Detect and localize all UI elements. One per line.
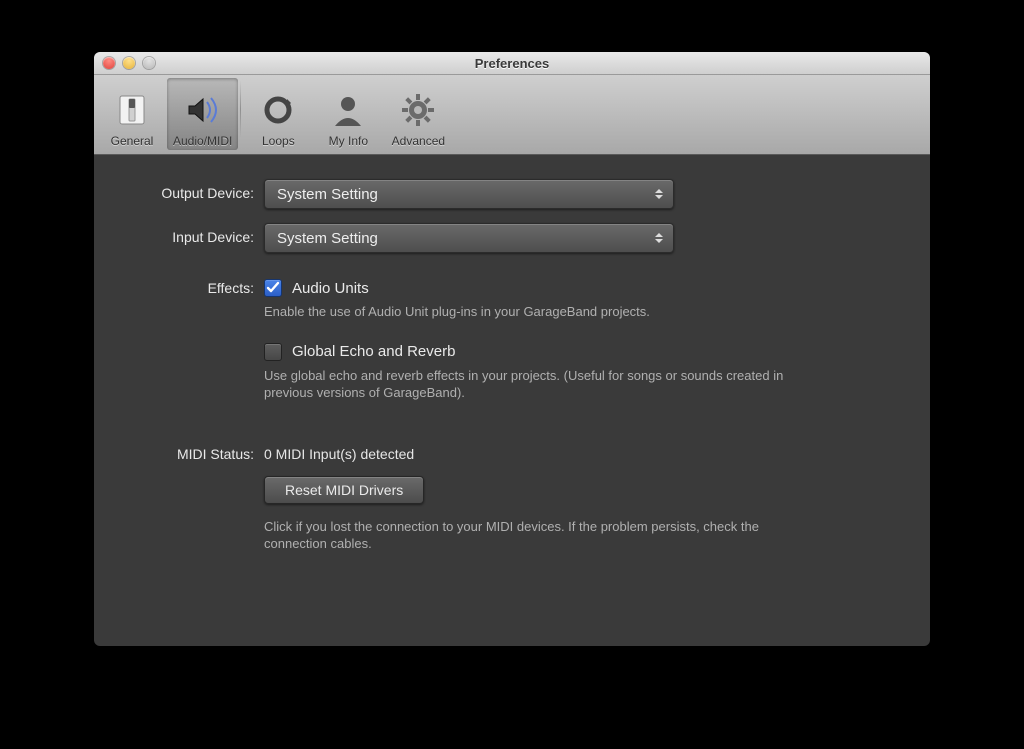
switch-icon xyxy=(111,89,153,131)
updown-icon xyxy=(653,184,665,204)
preferences-content: Output Device: System Setting Input Devi… xyxy=(94,155,930,597)
zoom-window-button[interactable] xyxy=(143,57,155,69)
window-title: Preferences xyxy=(94,56,930,71)
output-device-value: System Setting xyxy=(277,186,378,203)
preferences-toolbar: General Audio/MIDI Loops xyxy=(94,75,930,155)
tab-advanced[interactable]: Advanced xyxy=(383,78,453,150)
audio-units-title: Audio Units xyxy=(292,280,369,297)
person-icon xyxy=(327,89,369,131)
preferences-window: Preferences General Audio/MIDI xyxy=(94,52,930,646)
window-controls xyxy=(94,57,155,69)
tab-label: Loops xyxy=(262,134,295,148)
tab-label: My Info xyxy=(329,134,368,148)
effects-label: Effects: xyxy=(104,279,264,296)
output-device-label: Output Device: xyxy=(104,179,264,201)
tab-label: General xyxy=(111,134,154,148)
speaker-icon xyxy=(182,89,224,131)
toolbar-separator xyxy=(240,80,241,138)
reset-midi-button[interactable]: Reset MIDI Drivers xyxy=(264,476,424,504)
updown-icon xyxy=(653,228,665,248)
midi-status-label: MIDI Status: xyxy=(104,446,264,462)
titlebar: Preferences xyxy=(94,52,930,75)
tab-my-info[interactable]: My Info xyxy=(313,78,383,150)
audio-units-desc: Enable the use of Audio Unit plug-ins in… xyxy=(264,303,824,321)
output-device-select[interactable]: System Setting xyxy=(264,179,674,209)
tab-label: Audio/MIDI xyxy=(173,134,232,148)
global-echo-title: Global Echo and Reverb xyxy=(292,343,455,360)
tab-label: Advanced xyxy=(392,134,445,148)
tab-loops[interactable]: Loops xyxy=(243,78,313,150)
global-echo-desc: Use global echo and reverb effects in yo… xyxy=(264,367,824,402)
tab-audio-midi[interactable]: Audio/MIDI xyxy=(167,78,238,150)
input-device-value: System Setting xyxy=(277,230,378,247)
input-device-select[interactable]: System Setting xyxy=(264,223,674,253)
midi-status-value: 0 MIDI Input(s) detected xyxy=(264,446,824,462)
gear-icon xyxy=(397,89,439,131)
close-window-button[interactable] xyxy=(103,57,115,69)
loop-icon xyxy=(257,89,299,131)
global-echo-checkbox[interactable] xyxy=(264,343,282,361)
midi-desc: Click if you lost the connection to your… xyxy=(264,518,824,553)
reset-midi-label: Reset MIDI Drivers xyxy=(285,482,403,498)
audio-units-checkbox[interactable] xyxy=(264,279,282,297)
tab-general[interactable]: General xyxy=(97,78,167,150)
input-device-label: Input Device: xyxy=(104,223,264,245)
minimize-window-button[interactable] xyxy=(123,57,135,69)
